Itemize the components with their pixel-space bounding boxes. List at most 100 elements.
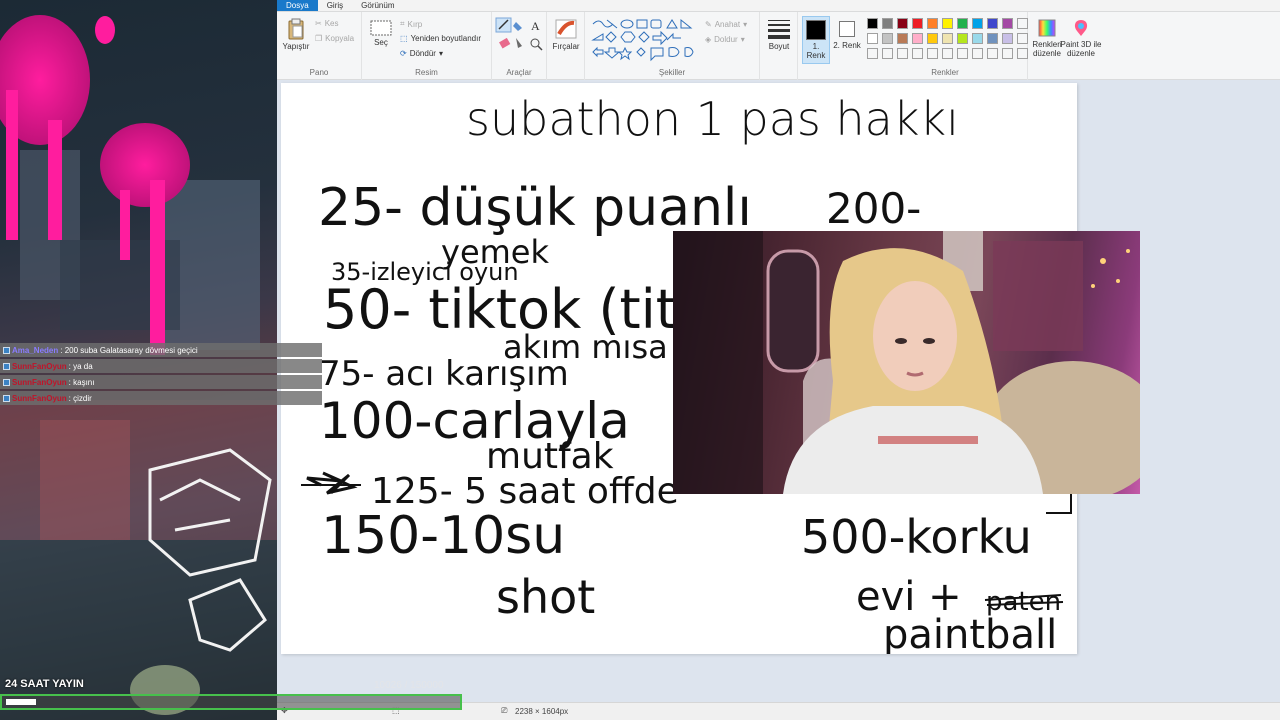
brushes-label: Fırçalar	[552, 42, 580, 51]
image-group-label: Resim	[415, 68, 438, 77]
handwriting-title: subathon 1 pas hakkı	[466, 92, 959, 146]
palette-swatch[interactable]	[867, 33, 878, 44]
palette-swatch-empty[interactable]	[1017, 18, 1028, 29]
palette-swatch[interactable]	[942, 18, 953, 29]
chat-text: : kaşını	[68, 377, 95, 387]
select-label: Seç	[374, 38, 388, 47]
palette-swatch[interactable]	[912, 33, 923, 44]
palette-swatch-empty[interactable]	[927, 48, 938, 59]
copy-icon: ❐	[315, 34, 323, 43]
tab-home[interactable]: Giriş	[318, 0, 352, 11]
palette-swatch-empty[interactable]	[897, 48, 908, 59]
tab-view[interactable]: Görünüm	[352, 0, 403, 11]
palette-swatch[interactable]	[912, 18, 923, 29]
brushes-button[interactable]: Fırçalar	[550, 18, 582, 51]
progress-bar	[0, 694, 462, 710]
chevron-down-icon: ▾	[740, 35, 745, 44]
palette-swatch-empty[interactable]	[957, 48, 968, 59]
palette-swatch[interactable]	[882, 18, 893, 29]
clipboard-group: Yapıştır ✂ Kes ❐ Kopyala Pano	[277, 12, 362, 80]
color2-button[interactable]: 2. Renk	[833, 16, 861, 64]
paint3d-button[interactable]: Paint 3D ile düzenle	[1059, 18, 1103, 58]
brush-icon	[555, 19, 577, 39]
chevron-down-icon: ▾	[438, 49, 443, 58]
chat-username: SunnFanOyun	[12, 393, 67, 403]
colors-group: Renkler	[863, 12, 1028, 80]
palette-swatch[interactable]	[987, 18, 998, 29]
palette-swatch[interactable]	[897, 33, 908, 44]
chat-username: SunnFanOyun	[12, 377, 67, 387]
fill-bucket-icon: ◈	[705, 35, 712, 44]
webcam-feed	[673, 231, 1140, 494]
palette-swatch[interactable]	[1002, 18, 1013, 29]
palette-swatch[interactable]	[972, 18, 983, 29]
colors-group-label: Renkler	[931, 68, 959, 77]
scissors-icon: ✂	[315, 19, 322, 28]
chat-text: : 200 suba Galatasaray dövmesi geçici	[60, 345, 198, 355]
palette-swatch-empty[interactable]	[912, 48, 923, 59]
size-button[interactable]: Boyut	[764, 18, 794, 51]
star-scribble	[306, 471, 358, 495]
cut-label: Kes	[324, 19, 339, 28]
palette-swatch[interactable]	[867, 18, 878, 29]
size-group: Boyut	[760, 12, 798, 80]
paste-button[interactable]: Yapıştır	[281, 18, 311, 51]
stream-title: 24 SAAT YAYIN	[5, 678, 84, 690]
palette-swatch[interactable]	[957, 18, 968, 29]
palette-swatch-empty[interactable]	[1002, 48, 1013, 59]
palette-swatch[interactable]	[927, 33, 938, 44]
color2-swatch	[839, 21, 855, 37]
tab-file[interactable]: Dosya	[277, 0, 318, 11]
palette-swatch[interactable]	[1002, 33, 1013, 44]
select-button[interactable]: Seç	[368, 20, 394, 47]
cut-button[interactable]: ✂ Kes	[315, 19, 339, 28]
palette-swatch-empty[interactable]	[972, 48, 983, 59]
palette-swatch-empty[interactable]	[1017, 33, 1028, 44]
palette-swatch[interactable]	[942, 33, 953, 44]
crop-icon: ⌗	[400, 19, 405, 28]
handwriting-500c: paintball	[883, 612, 1057, 654]
crop-label: Kırp	[407, 19, 423, 29]
palette-swatch-empty[interactable]	[1017, 48, 1028, 59]
outline-dropdown[interactable]: ✎ Anahat ▾	[705, 20, 747, 29]
select-rectangle-icon	[370, 20, 392, 36]
rotate-icon: ⟳	[400, 49, 407, 58]
image-dimensions: 2238 × 1604px	[515, 707, 569, 716]
palette-swatch-empty[interactable]	[987, 48, 998, 59]
palette-swatch[interactable]	[972, 33, 983, 44]
palette-swatch[interactable]	[882, 33, 893, 44]
handwriting-25: 25- düşük puanlı	[318, 178, 752, 238]
resize-button[interactable]: ⬚ Yeniden boyutlandır	[400, 34, 481, 43]
chat-text: : ya da	[68, 361, 93, 371]
palette-swatch[interactable]	[897, 18, 908, 29]
chat-message: SunnFanOyun: kaşını	[0, 375, 322, 389]
chat-message: SunnFanOyun: ya da	[0, 359, 322, 373]
paste-label: Yapıştır	[282, 42, 310, 51]
chevron-down-icon: ▾	[743, 20, 748, 29]
chat-badge-icon	[3, 362, 10, 370]
webcam-overlay	[673, 231, 1140, 494]
chat-overlay: Ama_Neden: 200 suba Galatasaray dövmesi …	[0, 343, 322, 407]
shapes-gallery[interactable]	[591, 18, 701, 64]
tools-icons: A	[495, 17, 543, 51]
image-size-icon: ⎚	[501, 706, 508, 715]
palette-swatch-empty[interactable]	[867, 48, 878, 59]
resize-icon: ⬚	[400, 34, 408, 43]
palette-swatch-empty[interactable]	[942, 48, 953, 59]
crop-button[interactable]: ⌗ Kırp	[400, 19, 422, 29]
copy-button[interactable]: ❐ Kopyala	[315, 34, 354, 43]
shapes-group-label: Şekiller	[658, 68, 686, 77]
chat-username: Ama_Neden	[12, 345, 59, 355]
palette-swatch[interactable]	[987, 33, 998, 44]
palette-swatch-empty[interactable]	[882, 48, 893, 59]
tools-group: A Araçlar	[492, 12, 547, 80]
chat-message: Ama_Neden: 200 suba Galatasaray dövmesi …	[0, 343, 322, 357]
svg-text:A: A	[531, 19, 540, 33]
palette-swatch[interactable]	[927, 18, 938, 29]
palette-swatch[interactable]	[957, 33, 968, 44]
fill-dropdown[interactable]: ◈ Doldur ▾	[705, 35, 745, 44]
image-group: Seç ⌗ Kırp ⬚ Yeniden boyutlandır ⟳ Döndü…	[362, 12, 492, 80]
rotate-button[interactable]: ⟳ Döndür ▾	[400, 49, 443, 58]
color1-button[interactable]: 1. Renk	[802, 16, 830, 64]
outline-label: Anahat	[714, 20, 741, 29]
